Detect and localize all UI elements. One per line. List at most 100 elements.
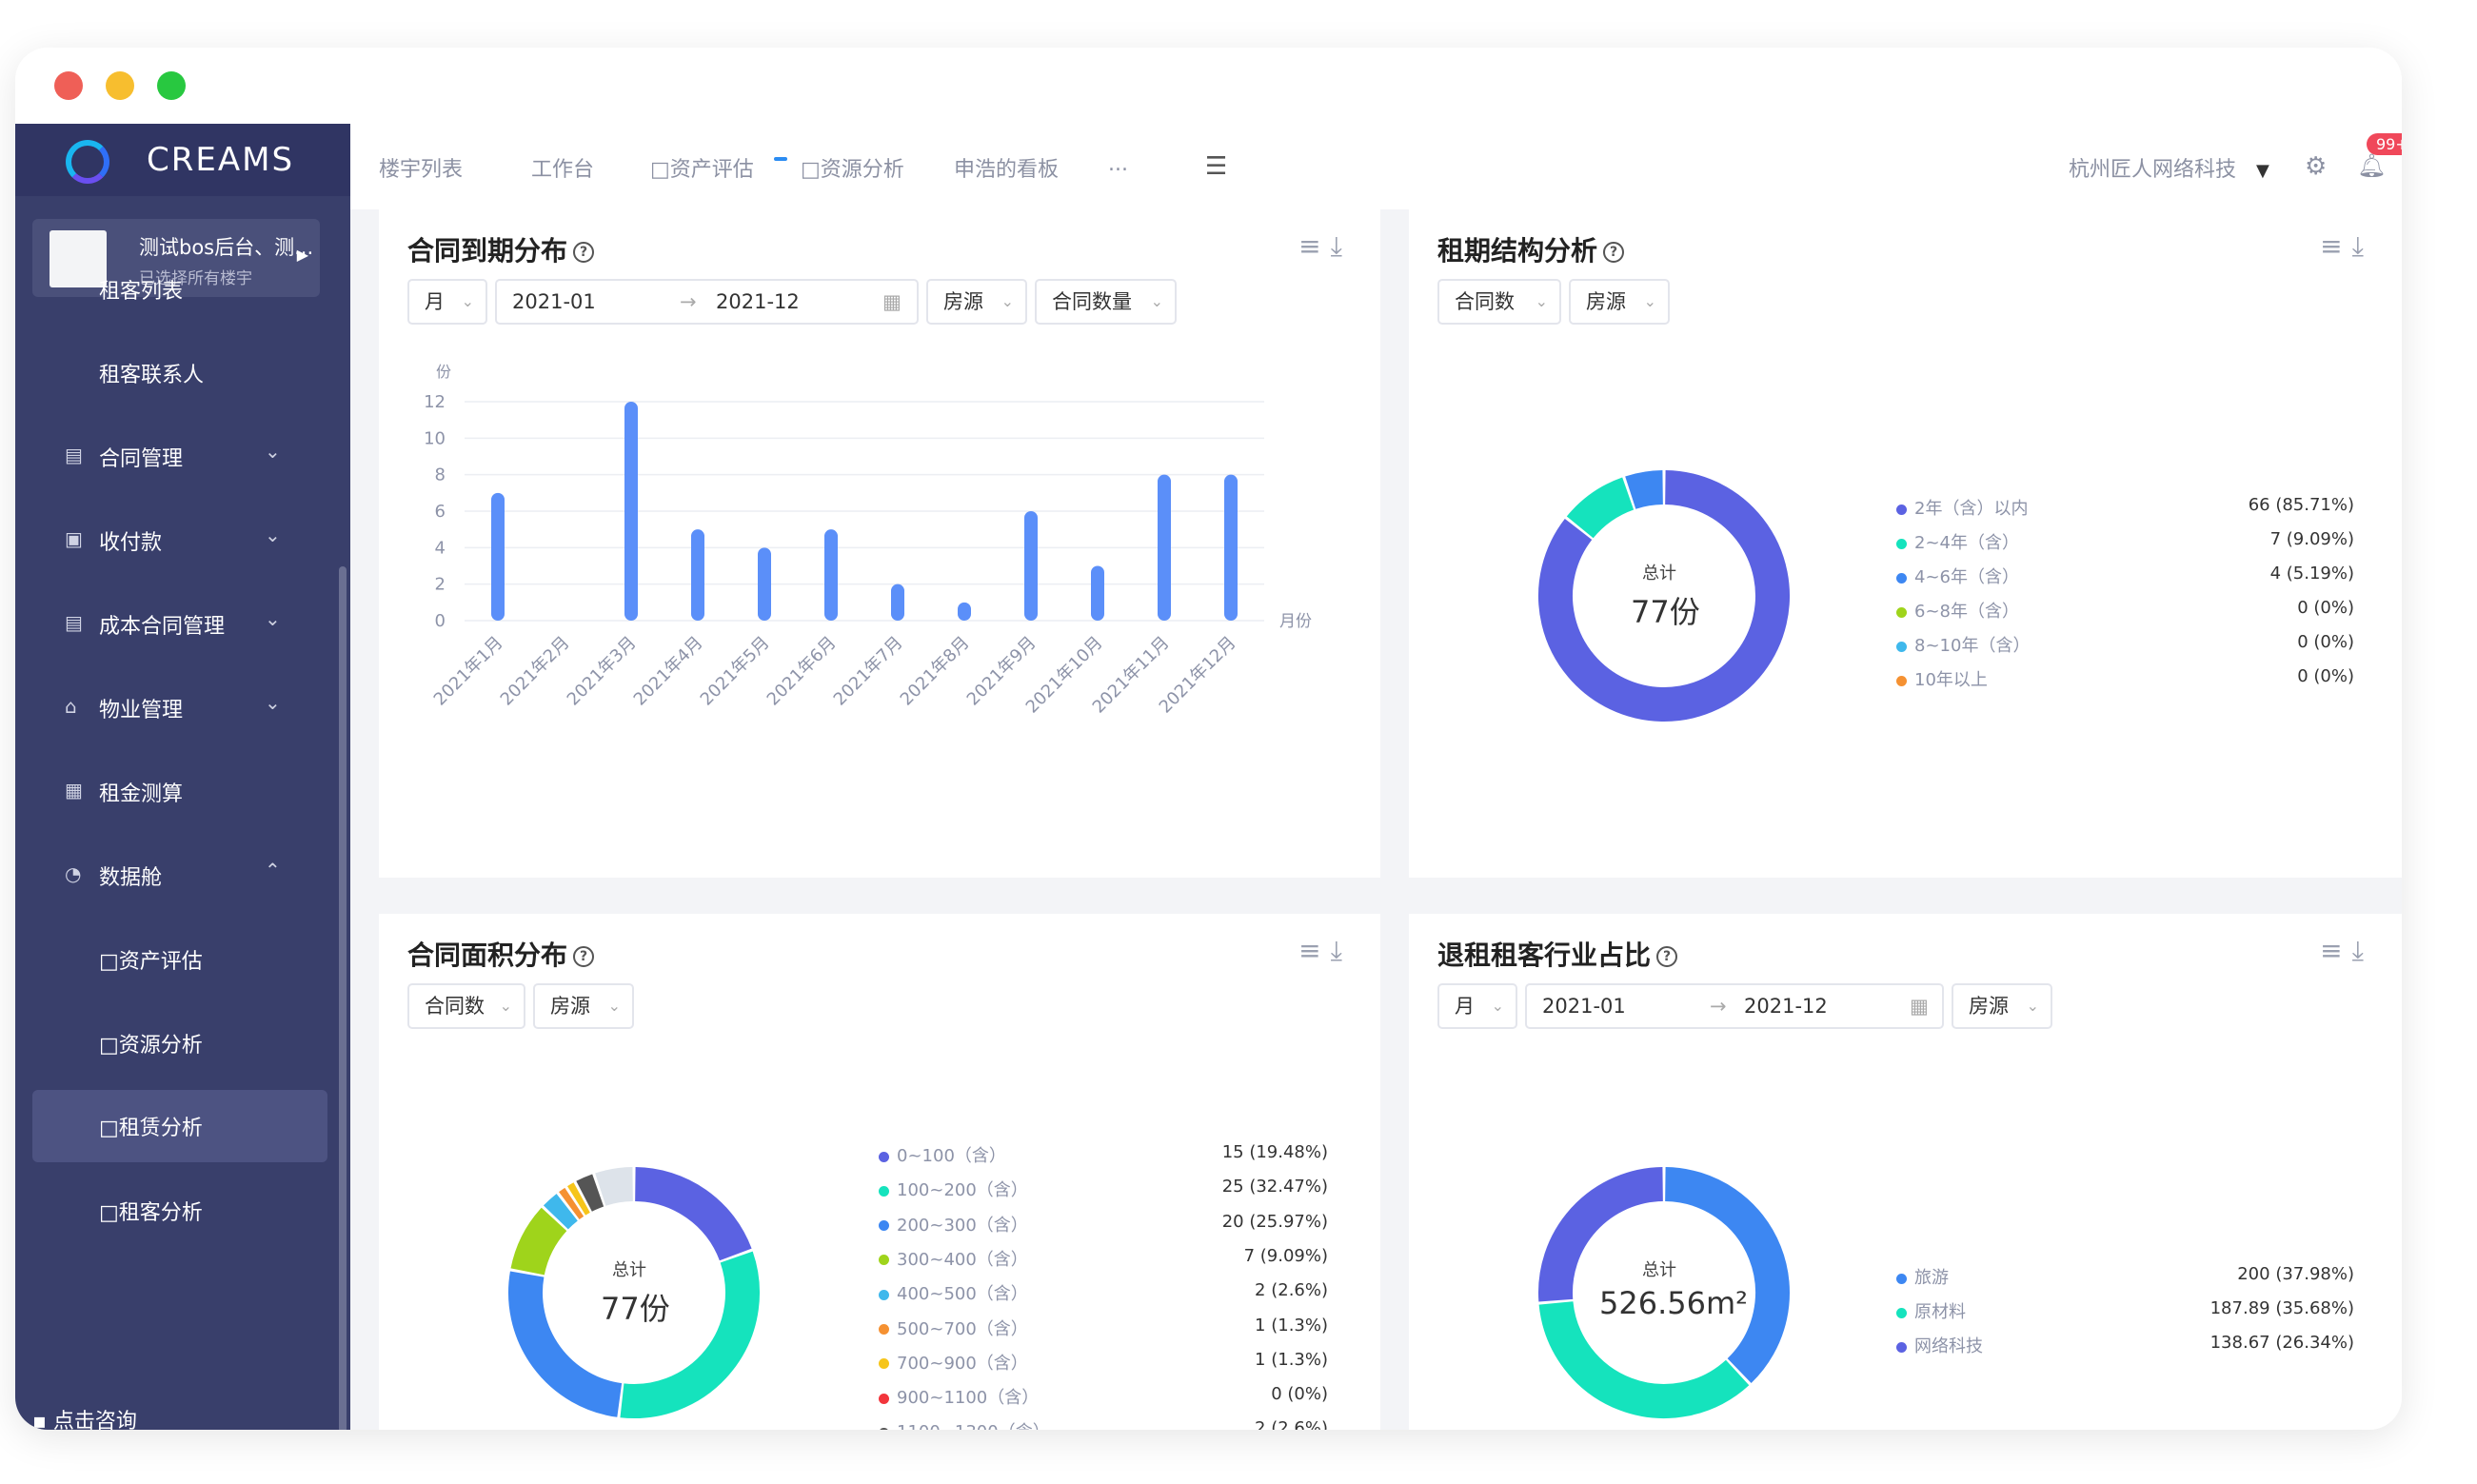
- help-icon[interactable]: ?: [1603, 242, 1625, 263]
- calculator-icon: ▦: [65, 779, 83, 801]
- legend-item[interactable]: 300~400（含）: [879, 1246, 1028, 1271]
- date-range-picker[interactable]: 2021-01 → 2021-12 ▦: [1525, 983, 1944, 1029]
- card-title: 退租租客行业占比?: [1437, 935, 1678, 973]
- legend-item[interactable]: 100~200（含）: [879, 1177, 1028, 1201]
- help-icon[interactable]: ?: [573, 242, 595, 263]
- legend-item[interactable]: 900~1100（含）: [879, 1384, 1039, 1409]
- metric-select[interactable]: 合同数量 ⌄: [1035, 279, 1177, 325]
- sidebar-item-label: 租金测算: [99, 782, 184, 806]
- legend-dot: [1896, 572, 1907, 584]
- sidebar-item-resource-analysis[interactable]: □资源分析: [15, 1009, 334, 1076]
- tab-workbench[interactable]: 工作台: [531, 152, 594, 183]
- sidebar-item-label: □租客分析: [99, 1201, 203, 1225]
- source-select[interactable]: 房源 ⌄: [1569, 279, 1670, 325]
- list-icon[interactable]: ≡: [2320, 935, 2351, 966]
- filter-settings-icon[interactable]: ☰: [1205, 152, 1227, 181]
- chevron-down-icon: ⌄: [265, 607, 281, 630]
- legend-item[interactable]: 10年以上: [1896, 666, 1988, 691]
- period-select[interactable]: 月 ⌄: [407, 279, 487, 325]
- x-tick-label: 2021年2月: [497, 633, 574, 710]
- sidebar-item-contract-management[interactable]: ▤ 合同管理 ⌄: [15, 423, 334, 489]
- legend-label: 6~8年（含）: [1914, 602, 2019, 622]
- x-tick-label: 2021年1月: [430, 633, 507, 710]
- help-icon[interactable]: ?: [573, 946, 595, 967]
- tab-building-list[interactable]: 楼宇列表: [379, 152, 463, 183]
- bar: [891, 584, 904, 621]
- legend-item[interactable]: 2年（含）以内: [1896, 495, 2028, 520]
- legend-dot: [1896, 641, 1907, 652]
- download-icon[interactable]: ⤓: [2352, 230, 2373, 262]
- close-window-button[interactable]: [54, 71, 83, 100]
- sidebar-item-tenant-list[interactable]: 租客列表: [15, 255, 334, 322]
- sidebar-item-rent-calculation[interactable]: ▦ 租金测算: [15, 758, 334, 824]
- metric-select[interactable]: 合同数 ⌄: [1437, 279, 1561, 325]
- legend-item[interactable]: 原材料: [1896, 1298, 1966, 1323]
- legend-item[interactable]: 2~4年（含）: [1896, 529, 2019, 554]
- source-select[interactable]: 房源 ⌄: [926, 279, 1027, 325]
- sidebar-item-label: 合同管理: [99, 447, 184, 471]
- sidebar-item-payments[interactable]: ▣ 收付款 ⌄: [15, 506, 334, 573]
- legend-dot: [1896, 504, 1907, 515]
- legend-item[interactable]: 200~300（含）: [879, 1212, 1028, 1237]
- download-icon[interactable]: ⤓: [1331, 935, 1352, 966]
- legend-dot: [879, 1185, 889, 1197]
- legend-item[interactable]: 旅游: [1896, 1264, 1949, 1289]
- sidebar-scrollbar[interactable]: [339, 566, 347, 1430]
- legend-item[interactable]: 网络科技: [1896, 1333, 1983, 1357]
- sidebar-item-asset-evaluation[interactable]: □资产评估: [15, 925, 334, 992]
- chevron-down-icon: ⌄: [265, 691, 281, 714]
- arrow-right-icon: →: [680, 290, 697, 313]
- date-range-picker[interactable]: 2021-01 → 2021-12 ▦: [495, 279, 919, 325]
- maximize-window-button[interactable]: [157, 71, 186, 100]
- bar: [758, 547, 771, 621]
- tab-asset-evaluation[interactable]: □资产评估: [650, 152, 754, 183]
- sidebar-item-data-cabin[interactable]: ◔ 数据舱 ⌃: [15, 841, 334, 908]
- sidebar-item-property-management[interactable]: ⌂ 物业管理 ⌄: [15, 674, 334, 741]
- tab-shenhao-board[interactable]: 申浩的看板: [954, 152, 1059, 183]
- logo-text: CREAMS: [147, 141, 295, 179]
- sidebar-item-label: 租客列表: [99, 280, 184, 304]
- tab-resource-analysis[interactable]: □资源分析: [801, 152, 904, 183]
- legend-item[interactable]: 0~100（含）: [879, 1142, 1006, 1167]
- legend-item[interactable]: 400~500（含）: [879, 1280, 1028, 1305]
- list-icon[interactable]: ≡: [1298, 935, 1330, 966]
- help-icon[interactable]: ?: [1656, 946, 1678, 967]
- metric-select[interactable]: 合同数 ⌄: [407, 983, 525, 1029]
- list-icon[interactable]: ≡: [1298, 230, 1330, 262]
- sidebar-item-tenant-contacts[interactable]: 租客联系人: [15, 339, 334, 406]
- list-icon[interactable]: ≡: [2320, 230, 2351, 262]
- legend-item[interactable]: 500~700（含）: [879, 1316, 1028, 1340]
- sidebar-item-cost-contracts[interactable]: ▤ 成本合同管理 ⌄: [15, 590, 334, 657]
- gear-icon[interactable]: ⚙: [2305, 152, 2327, 181]
- pie-slice: [634, 1167, 752, 1261]
- legend-value: 0 (0%): [2297, 632, 2354, 652]
- download-icon[interactable]: ⤓: [1331, 230, 1352, 262]
- chevron-down-icon: ⌄: [265, 524, 281, 546]
- sidebar-item-leasing-analysis[interactable]: □租赁分析: [32, 1090, 327, 1162]
- legend-item[interactable]: 700~900（含）: [879, 1350, 1028, 1375]
- legend-item[interactable]: 6~8年（含）: [1896, 598, 2019, 623]
- sidebar: CREAMS 测试bos后台、测... 已选择所有楼宇 ▶ 租客列表 租客联系人…: [15, 124, 350, 1430]
- source-select[interactable]: 房源 ⌄: [533, 983, 634, 1029]
- consult-link[interactable]: ▪ 点击咨询: [32, 1404, 137, 1430]
- donut-total-label: 总计: [612, 1260, 646, 1280]
- download-icon[interactable]: ⤓: [2352, 935, 2373, 966]
- source-select[interactable]: 房源 ⌄: [1952, 983, 2052, 1029]
- sidebar-item-label: 收付款: [99, 531, 163, 555]
- legend-label: 原材料: [1914, 1302, 1966, 1322]
- donut-total-value: 526.56m²: [1599, 1285, 1748, 1321]
- legend-item[interactable]: 8~10年（含）: [1896, 632, 2030, 657]
- card-exit-industry: 退租租客行业占比? ≡⤓ 月 ⌄ 2021-01 → 2021-12 ▦ 房源 ⌄ …: [1409, 914, 2402, 1430]
- legend-label: 0~100（含）: [897, 1146, 1006, 1166]
- bell-icon[interactable]: 🔔︎: [2357, 152, 2386, 179]
- legend-item[interactable]: 4~6年（含）: [1896, 564, 2019, 588]
- legend-item[interactable]: 1100~1300（含）: [879, 1418, 1050, 1430]
- legend-value: 20 (25.97%): [1221, 1211, 1328, 1232]
- period-select[interactable]: 月 ⌄: [1437, 983, 1517, 1029]
- chat-icon: ▪: [32, 1410, 47, 1430]
- minimize-window-button[interactable]: [106, 71, 134, 100]
- company-selector[interactable]: 杭州匠人网络科技 ▼: [2069, 152, 2269, 183]
- legend-value: 25 (32.47%): [1221, 1177, 1328, 1197]
- sidebar-item-tenant-analysis[interactable]: □租客分析: [15, 1177, 334, 1243]
- tab-more[interactable]: ...: [1108, 152, 1128, 176]
